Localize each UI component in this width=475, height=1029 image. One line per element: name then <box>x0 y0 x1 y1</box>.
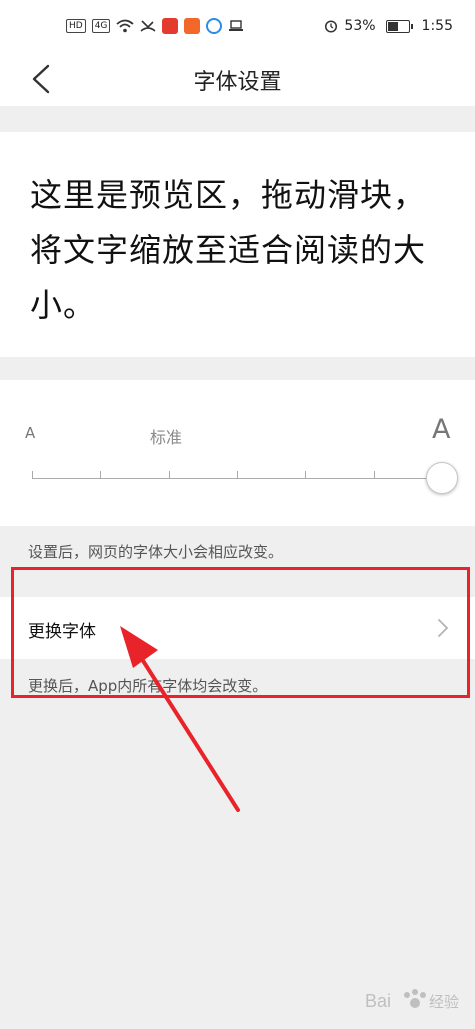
app-blue-icon <box>206 18 223 34</box>
clock: 1:55 <box>421 18 453 34</box>
status-right: 53% 1:55 <box>324 18 453 34</box>
slider-tick <box>32 471 33 479</box>
size-hint: 设置后，网页的字体大小会相应改变。 <box>28 543 284 561</box>
laptop-icon <box>229 20 244 31</box>
app-red-icon <box>162 18 179 34</box>
missed-call-icon <box>140 20 156 32</box>
status-bar: HD 4G 53% 1:55 <box>0 0 475 52</box>
slider-thumb[interactable] <box>426 462 458 494</box>
page-title: 字体设置 <box>193 70 282 95</box>
svg-text:经验: 经验 <box>429 993 459 1011</box>
signal-badge: 4G <box>91 19 111 33</box>
standard-size-label: 标准 <box>150 428 183 447</box>
wifi-icon <box>116 19 134 33</box>
battery-icon <box>385 19 413 33</box>
slider-tick <box>100 471 101 479</box>
large-size-label: A <box>432 414 451 445</box>
slider-tick <box>237 471 238 479</box>
top-bar: 字体设置 <box>0 52 475 106</box>
highlight-box <box>11 567 470 698</box>
status-left: HD 4G <box>66 18 244 34</box>
slider-tick <box>305 471 306 479</box>
battery-percent: 53% <box>344 18 376 34</box>
slider-tick <box>374 471 375 479</box>
preview-text: 这里是预览区，拖动滑块，将文字缩放至适合阅读的大小。 <box>30 176 427 324</box>
slider-tick <box>169 471 170 479</box>
small-size-label: A <box>25 424 36 442</box>
baidu-logo-icon: Bai 经验 <box>365 989 459 1011</box>
svg-text:Bai: Bai <box>365 991 391 1011</box>
preview-area: 这里是预览区，拖动滑块，将文字缩放至适合阅读的大小。 <box>0 132 475 357</box>
alarm-icon <box>325 20 338 33</box>
app-orange-icon <box>184 18 201 34</box>
hd-badge: HD <box>66 19 86 33</box>
font-size-panel <box>0 380 475 526</box>
